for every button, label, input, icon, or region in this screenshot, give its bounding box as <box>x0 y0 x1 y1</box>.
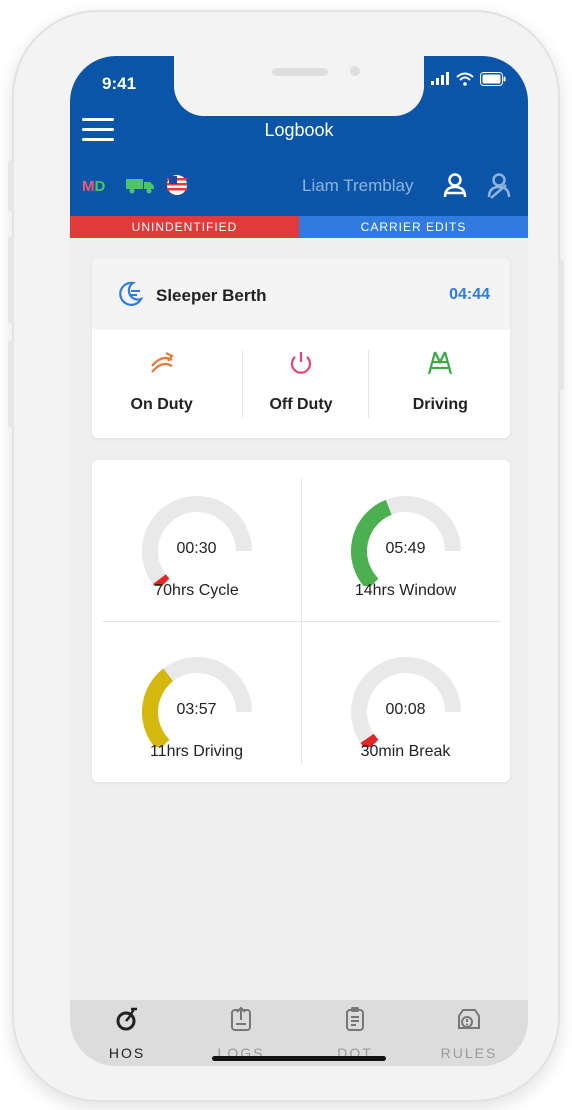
signal-icon <box>431 72 449 85</box>
state-code-letter-m: M <box>82 178 95 195</box>
system-status-icons <box>430 72 506 86</box>
gauge-break-label: 30min Break <box>360 743 451 760</box>
hos-gauges-card: 00:30 70hrs Cycle 05:49 14hrs Window 03:… <box>92 460 510 782</box>
gauge-driving[interactable]: 03:57 11hrs Driving <box>92 621 301 782</box>
page-title: Logbook <box>264 120 334 140</box>
state-code: MD <box>82 178 105 195</box>
gauge-break-value: 00:08 <box>385 701 426 718</box>
phone-frame: 9:41 Logbook MD Liam Tremblay UNINDENTIF… <box>8 10 564 1102</box>
nav-hos[interactable]: HOS <box>70 1006 184 1061</box>
duty-options: On Duty Off Duty Driving <box>92 330 510 438</box>
gauge-cycle-label: 70hrs Cycle <box>154 582 239 599</box>
co-driver-user-icon[interactable] <box>486 172 512 200</box>
status-time: 9:41 <box>102 74 137 93</box>
speaker <box>272 68 328 76</box>
camera <box>350 66 360 76</box>
nav-rules-label: RULES <box>440 1045 498 1061</box>
power-button <box>558 260 564 390</box>
app-screen: 9:41 Logbook MD Liam Tremblay UNINDENTIF… <box>70 56 528 1066</box>
log-tabs: UNINDENTIFIED CARRIER EDITS <box>70 216 528 238</box>
mute-switch <box>8 160 14 212</box>
notch <box>174 56 424 116</box>
battery-icon <box>480 72 506 86</box>
rules-shield-icon <box>458 1009 480 1029</box>
gauge-window[interactable]: 05:49 14hrs Window <box>301 460 510 621</box>
on-duty-icon <box>150 352 174 373</box>
duty-status-card: Sleeper Berth 04:44 On Duty Off Duty Dri… <box>92 258 510 438</box>
driver-name[interactable]: Liam Tremblay <box>302 176 413 196</box>
tab-unidentified[interactable]: UNINDENTIFIED <box>70 216 299 238</box>
nav-hos-label: HOS <box>108 1045 146 1061</box>
stopwatch-icon <box>116 1007 137 1031</box>
gauge-window-value: 05:49 <box>385 540 426 557</box>
us-flag-icon <box>167 175 187 195</box>
power-icon <box>290 352 312 374</box>
driving-label: Driving <box>412 396 468 413</box>
nav-logs[interactable]: LOGS <box>184 1006 298 1061</box>
upload-doc-icon <box>231 1006 251 1031</box>
divider <box>242 350 243 418</box>
truck-icon <box>126 179 154 194</box>
sleeper-moon-icon <box>119 281 144 306</box>
nav-rules[interactable]: RULES <box>412 1006 526 1061</box>
current-status-row[interactable]: Sleeper Berth 04:44 <box>92 258 510 330</box>
volume-up-button <box>8 236 14 324</box>
gauge-driving-value: 03:57 <box>176 701 217 718</box>
clipboard-icon <box>346 1007 364 1031</box>
on-duty-button[interactable]: On Duty <box>92 330 231 438</box>
app-header: 9:41 Logbook MD Liam Tremblay <box>70 56 528 216</box>
volume-down-button <box>8 340 14 428</box>
state-code-letter-d: D <box>94 178 106 195</box>
driver-user-icon[interactable] <box>442 172 468 200</box>
current-status-time: 04:44 <box>449 286 490 303</box>
gauge-cycle[interactable]: 00:30 70hrs Cycle <box>92 460 301 621</box>
driving-road-icon <box>428 351 453 375</box>
home-indicator <box>212 1056 386 1061</box>
gauge-break[interactable]: 00:08 30min Break <box>301 621 510 782</box>
driving-button[interactable]: Driving <box>371 330 510 438</box>
divider <box>368 350 369 418</box>
tab-carrier-edits[interactable]: CARRIER EDITS <box>299 216 528 238</box>
current-status-label: Sleeper Berth <box>156 286 267 305</box>
off-duty-button[interactable]: Off Duty <box>231 330 370 438</box>
on-duty-label: On Duty <box>130 396 193 413</box>
gauge-driving-label: 11hrs Driving <box>149 743 244 760</box>
off-duty-label: Off Duty <box>269 396 333 413</box>
wifi-icon <box>456 72 474 86</box>
nav-dot[interactable]: DOT <box>298 1006 412 1061</box>
gauge-cycle-value: 00:30 <box>176 540 217 557</box>
gauge-window-label: 14hrs Window <box>354 582 457 599</box>
